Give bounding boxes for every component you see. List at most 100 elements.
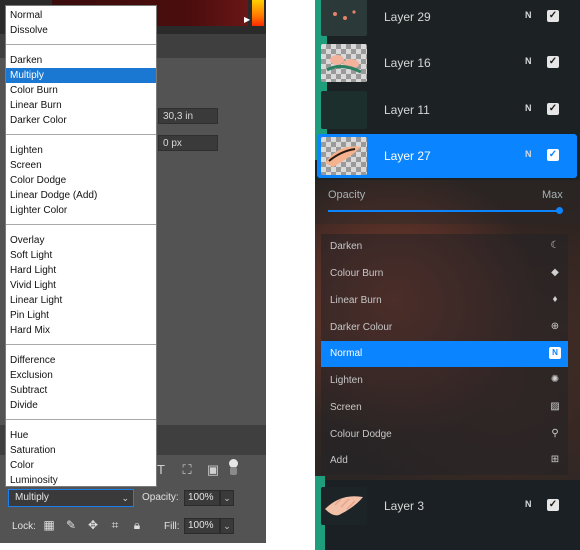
layer-row[interactable]: Layer 3 N ✓ (315, 484, 580, 528)
stripes-icon: ▨ (550, 401, 560, 412)
transform-filter-icon[interactable]: ⛶ (180, 463, 194, 477)
blend-mode-item[interactable]: Color Dodge (6, 173, 156, 188)
smart-object-filter-icon[interactable]: ▣ (206, 463, 220, 477)
blend-mode-option[interactable]: Colour Dodge ⚲ (321, 422, 568, 448)
blend-mode-item[interactable]: Subtract (6, 383, 156, 398)
blend-mode-item-selected[interactable]: Multiply (6, 68, 156, 83)
layer-blend-mode[interactable]: N (525, 149, 532, 159)
blend-mode-item[interactable]: Divide (6, 398, 156, 413)
chevron-down-icon: ⌄ (121, 493, 129, 503)
blend-mode-item[interactable]: Lighter Color (6, 203, 156, 218)
layer-thumbnail (321, 0, 367, 36)
blend-mode-option[interactable]: Linear Burn ♦ (321, 288, 568, 314)
blend-mode-option[interactable]: Add ⊞ (321, 448, 568, 474)
blend-mode-item[interactable]: Pin Light (6, 308, 156, 323)
blend-mode-label: Linear Burn (330, 295, 382, 306)
blend-mode-item[interactable]: Overlay (6, 233, 156, 248)
blend-mode-item[interactable]: Saturation (6, 443, 156, 458)
blend-mode-item[interactable]: Hue (6, 428, 156, 443)
blend-mode-option[interactable]: Darken ☾ (321, 234, 568, 260)
layer-visibility-checkbox[interactable]: ✓ (547, 103, 559, 115)
blend-mode-label: Screen (330, 402, 362, 413)
blend-mode-item[interactable]: Color Burn (6, 83, 156, 98)
gradient-arrow-icon[interactable]: ▶ (244, 16, 252, 24)
blend-mode-label: Darker Colour (330, 322, 393, 333)
lock-all-icon[interactable]: 🔒︎ (130, 518, 144, 532)
layer-visibility-checkbox[interactable]: ✓ (547, 499, 559, 511)
color-gradient-swatch[interactable] (252, 0, 264, 26)
blend-mode-item[interactable]: Vivid Light (6, 278, 156, 293)
menu-divider (6, 419, 156, 420)
blend-mode-option[interactable]: Lighten ✺ (321, 368, 568, 394)
width-field[interactable]: 30,3 in (158, 108, 218, 124)
layer-thumbnail (321, 91, 367, 129)
blend-mode-item[interactable]: Color (6, 458, 156, 473)
blend-mode-item[interactable]: Darken (6, 53, 156, 68)
dodge-icon: ⚲ (551, 428, 559, 439)
blend-mode-item[interactable]: Luminosity (6, 473, 156, 488)
lock-position-icon[interactable]: ✥ (86, 518, 100, 532)
blend-mode-item[interactable]: Darker Color (6, 113, 156, 128)
opacity-label: Opacity (328, 189, 366, 201)
opacity-dropdown-icon[interactable]: ⌄ (220, 490, 234, 506)
layer-thumbnail-art (325, 496, 363, 516)
photoshop-layers-panel: ▶ 30,3 in 0 px T ⛶ ▣ Multiply ⌄ Opacity:… (0, 0, 266, 543)
blend-mode-item[interactable]: Lighten (6, 143, 156, 158)
blend-mode-item[interactable]: Exclusion (6, 368, 156, 383)
menu-divider (6, 344, 156, 345)
layer-blend-mode[interactable]: N (525, 499, 532, 509)
layer-filter-icons: T ⛶ ▣ (154, 460, 220, 480)
layer-row-active[interactable]: Layer 27 N ✓ (317, 134, 577, 178)
blend-mode-item[interactable]: Linear Dodge (Add) (6, 188, 156, 203)
menu-divider (6, 134, 156, 135)
layer-visibility-checkbox[interactable]: ✓ (547, 10, 559, 22)
lock-image-pixels-icon[interactable]: ✎ (64, 518, 78, 532)
layer-blend-mode[interactable]: N (525, 56, 532, 66)
blend-mode-label: Colour Burn (330, 268, 384, 279)
blend-mode-item[interactable]: Linear Light (6, 293, 156, 308)
blend-mode-option[interactable]: Darker Colour ⊕ (321, 315, 568, 341)
layer-visibility-checkbox[interactable]: ✓ (547, 149, 559, 161)
menu-divider (6, 224, 156, 225)
opacity-max-label: Max (542, 189, 563, 201)
layer-blend-mode[interactable]: N (525, 103, 532, 113)
layer-thumbnail-art (326, 55, 362, 74)
blend-mode-option[interactable]: Colour Burn ◆ (321, 261, 568, 287)
fill-dropdown-icon[interactable]: ⌄ (220, 518, 234, 534)
opacity-slider-thumb[interactable] (556, 207, 563, 214)
blend-mode-item[interactable]: Soft Light (6, 248, 156, 263)
layer-row[interactable]: Layer 29 N ✓ (315, 0, 580, 39)
blend-mode-dropdown-list: Normal Dissolve Darken Multiply Color Bu… (5, 5, 157, 487)
plus-square-icon: ⊞ (550, 454, 560, 465)
lock-artboard-icon[interactable]: ⌗ (108, 518, 122, 532)
lock-label: Lock: (12, 521, 36, 532)
layer-visibility-checkbox[interactable]: ✓ (547, 56, 559, 68)
lock-transparent-pixels-icon[interactable]: ▦ (42, 518, 56, 532)
blend-mode-option[interactable]: Screen ▨ (321, 395, 568, 421)
layer-thumbnail-art (325, 146, 361, 167)
layer-row[interactable]: Layer 11 N ✓ (315, 88, 580, 132)
flame-icon: ♦ (552, 294, 558, 305)
blend-mode-item[interactable]: Hard Mix (6, 323, 156, 338)
blend-mode-item[interactable]: Dissolve (6, 23, 156, 38)
fill-input[interactable]: 100% (184, 518, 220, 534)
blend-mode-select[interactable]: Multiply ⌄ (8, 489, 134, 507)
blend-mode-item[interactable]: Screen (6, 158, 156, 173)
toggle-stem (230, 467, 237, 475)
blend-mode-item[interactable]: Hard Light (6, 263, 156, 278)
blend-mode-item[interactable]: Normal (6, 8, 156, 23)
offset-field[interactable]: 0 px (158, 135, 218, 151)
blend-mode-item[interactable]: Difference (6, 353, 156, 368)
fill-label: Fill: (164, 521, 180, 532)
blend-mode-item[interactable]: Linear Burn (6, 98, 156, 113)
blend-mode-option-active[interactable]: Normal N (321, 341, 568, 367)
burn-icon: ◆ (551, 267, 559, 278)
opacity-slider-track[interactable] (328, 210, 560, 212)
filter-toggle[interactable] (228, 459, 238, 475)
blend-mode-label: Colour Dodge (330, 429, 392, 440)
layer-row[interactable]: Layer 16 N ✓ (315, 41, 580, 85)
opacity-section (315, 180, 580, 224)
layer-blend-mode[interactable]: N (525, 10, 532, 20)
opacity-input[interactable]: 100% (184, 490, 220, 506)
layer-name: Layer 11 (384, 103, 430, 117)
